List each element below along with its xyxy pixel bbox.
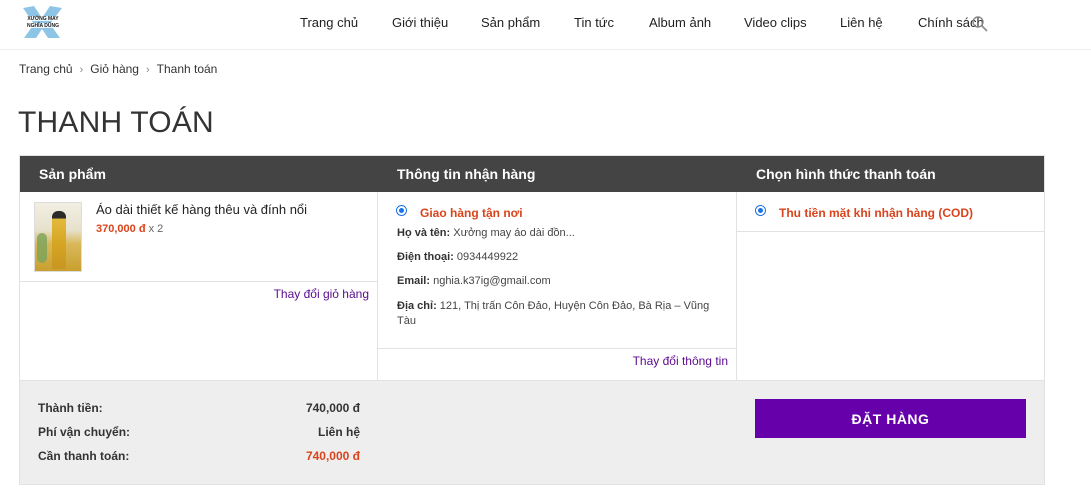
order-summary: Thành tiền: 740,000 đ Phí vận chuyển: Li… <box>20 380 1044 484</box>
checkout-panel: Sản phẩm Thông tin nhận hàng Chọn hình t… <box>19 155 1045 485</box>
col-header-products: Sản phẩm <box>20 156 378 192</box>
recipient-name: Họ và tên: Xưởng may áo dài đồn... <box>397 227 575 239</box>
site-header: XƯỞNG MAY NGHĨA DŨNG Trang chủ Giới thiệ… <box>0 0 1091 50</box>
recipient-address: Địa chỉ: 121, Thị trấn Côn Đảo, Huyện Cô… <box>397 300 710 327</box>
nav-album[interactable]: Album ảnh <box>649 15 711 30</box>
change-cart-link[interactable]: Thay đổi giỏ hàng <box>274 287 369 301</box>
shipping-fee-label: Phí vận chuyển: <box>38 425 131 439</box>
nav-news[interactable]: Tin tức <box>574 15 614 30</box>
shipping-column: Giao hàng tận nơi Họ và tên: Xưởng may á… <box>378 192 736 380</box>
svg-text:NGHĨA DŨNG: NGHĨA DŨNG <box>27 22 59 29</box>
col-header-shipping: Thông tin nhận hàng <box>378 156 737 192</box>
breadcrumb: Trang chủ › Giỏ hàng › Thanh toán <box>19 62 217 76</box>
search-icon[interactable] <box>971 15 989 33</box>
shipping-method-radio[interactable] <box>396 205 407 216</box>
shipping-fee-value: Liên hệ <box>317 425 360 439</box>
breadcrumb-cart[interactable]: Giỏ hàng <box>90 62 139 76</box>
change-info-link[interactable]: Thay đổi thông tin <box>633 354 728 368</box>
total-label: Cần thanh toán: <box>38 449 130 463</box>
subtotal-label: Thành tiền: <box>38 401 103 415</box>
page-title: THANH TOÁN <box>18 106 214 139</box>
product-image[interactable] <box>34 202 82 272</box>
nav-contact[interactable]: Liên hệ <box>840 15 883 30</box>
nav-home[interactable]: Trang chủ <box>300 15 358 30</box>
chevron-right-icon: › <box>145 64 150 76</box>
shipping-method-label[interactable]: Giao hàng tận nơi <box>420 206 523 220</box>
payment-column: Thu tiền mặt khi nhận hàng (COD) <box>737 192 1044 380</box>
products-column: Áo dài thiết kế hàng thêu và đính nổi 37… <box>20 192 377 380</box>
nav-video[interactable]: Video clips <box>744 15 807 30</box>
chevron-right-icon: › <box>79 64 84 76</box>
place-order-button[interactable]: ĐẶT HÀNG <box>755 399 1026 438</box>
site-logo[interactable]: XƯỞNG MAY NGHĨA DŨNG <box>20 4 66 40</box>
nav-about[interactable]: Giới thiệu <box>392 15 448 30</box>
col-header-payment: Chọn hình thức thanh toán <box>737 156 1044 192</box>
divider <box>378 348 736 349</box>
payment-method-label[interactable]: Thu tiền mặt khi nhận hàng (COD) <box>779 206 973 220</box>
divider <box>20 281 377 282</box>
quantity-value: x 2 <box>148 223 164 235</box>
total-value: 740,000 đ <box>305 449 360 463</box>
payment-method-radio[interactable] <box>755 205 766 216</box>
nav-products[interactable]: Sản phẩm <box>481 15 540 30</box>
product-name[interactable]: Áo dài thiết kế hàng thêu và đính nổi <box>96 202 307 217</box>
divider <box>737 231 1044 232</box>
svg-text:XƯỞNG MAY: XƯỞNG MAY <box>27 15 59 22</box>
price-value: 370,000 đ <box>96 223 146 235</box>
product-price: 370,000 đ x 2 <box>96 223 163 235</box>
breadcrumb-home[interactable]: Trang chủ <box>19 62 73 76</box>
recipient-email: Email: nghia.k37ig@gmail.com <box>397 275 551 287</box>
subtotal-value: 740,000 đ <box>305 401 360 415</box>
recipient-phone: Điện thoại: 0934449922 <box>397 251 519 263</box>
breadcrumb-current: Thanh toán <box>156 62 218 76</box>
